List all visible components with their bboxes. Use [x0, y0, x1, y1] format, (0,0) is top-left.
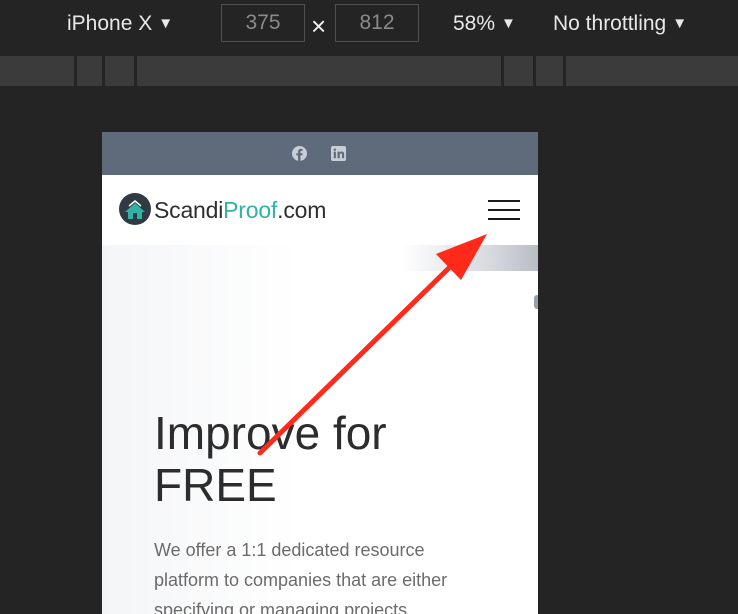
throttling-value: No throttling — [553, 12, 667, 35]
carousel-edge — [534, 295, 538, 309]
device-name: iPhone X — [67, 12, 153, 35]
device-select[interactable]: iPhone X ▼ — [67, 9, 173, 41]
chevron-down-icon: ▼ — [158, 15, 174, 32]
logo-icon[interactable] — [118, 192, 152, 226]
ruler-divider — [563, 56, 566, 86]
hamburger-line — [488, 200, 520, 202]
hero-image-edge — [402, 245, 538, 271]
throttling-select[interactable]: No throttling ▼ — [553, 9, 687, 41]
hamburger-menu-icon[interactable] — [488, 200, 520, 222]
hero-description: We offer a 1:1 dedicated resource platfo… — [154, 540, 448, 614]
device-toolbar: iPhone X ▼ 375 × 812 58% ▼ No throttling ▼ — [0, 0, 738, 49]
logo-wordmark[interactable]: ScandiProof.com — [154, 195, 326, 225]
logo-text-domain: .com — [277, 197, 327, 223]
chevron-down-icon: ▼ — [501, 15, 516, 32]
hamburger-line — [488, 209, 520, 211]
ruler-divider — [102, 56, 105, 86]
social-top-bar — [102, 132, 538, 175]
hero-title-line2: FREE — [154, 459, 277, 511]
ruler-divider — [74, 56, 77, 86]
logo-text-scandi: Scandi — [154, 197, 224, 223]
facebook-icon[interactable] — [292, 146, 307, 161]
linkedin-icon[interactable] — [331, 146, 346, 161]
device-viewport: ScandiProof.com Improve for FREE We offer… — [102, 132, 538, 614]
height-input[interactable]: 812 — [335, 4, 419, 42]
hero-section: Improve for FREE We offer a 1:1 dedicated… — [102, 245, 538, 614]
zoom-value: 58% — [453, 12, 496, 35]
zoom-select[interactable]: 58% ▼ — [453, 9, 516, 41]
hero-title: Improve for FREE — [154, 407, 494, 511]
hamburger-line — [488, 218, 520, 220]
ruler-divider — [501, 56, 504, 86]
media-query-bar[interactable] — [0, 56, 738, 86]
chevron-down-icon: ▼ — [672, 15, 688, 32]
width-input[interactable]: 375 — [221, 4, 305, 42]
dimension-separator: × — [311, 11, 327, 41]
hero-title-line1: Improve for — [154, 407, 387, 459]
ruler-divider — [533, 56, 536, 86]
logo-text-proof: Proof — [223, 197, 278, 223]
ruler-divider — [134, 56, 137, 86]
site-header: ScandiProof.com — [102, 175, 538, 245]
